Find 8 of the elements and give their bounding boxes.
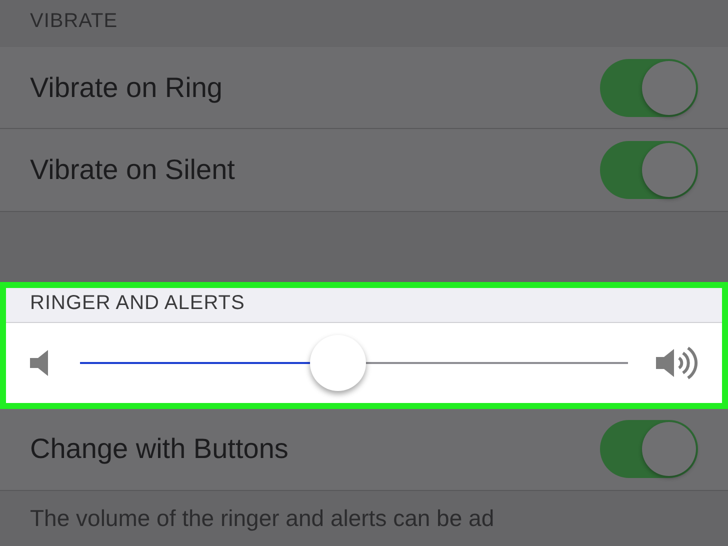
footer-text: The volume of the ringer and alerts can be ad xyxy=(29,504,496,534)
row-label: Vibrate on Ring xyxy=(30,72,222,104)
volume-slider[interactable] xyxy=(80,334,628,391)
slider-thumb[interactable] xyxy=(310,334,366,391)
section-header: VIBRATE xyxy=(29,9,119,34)
row-label: Vibrate on Silent xyxy=(30,154,235,186)
row-label: Change with Buttons xyxy=(30,433,288,466)
section-header: RINGER AND ALERTS xyxy=(6,288,722,322)
